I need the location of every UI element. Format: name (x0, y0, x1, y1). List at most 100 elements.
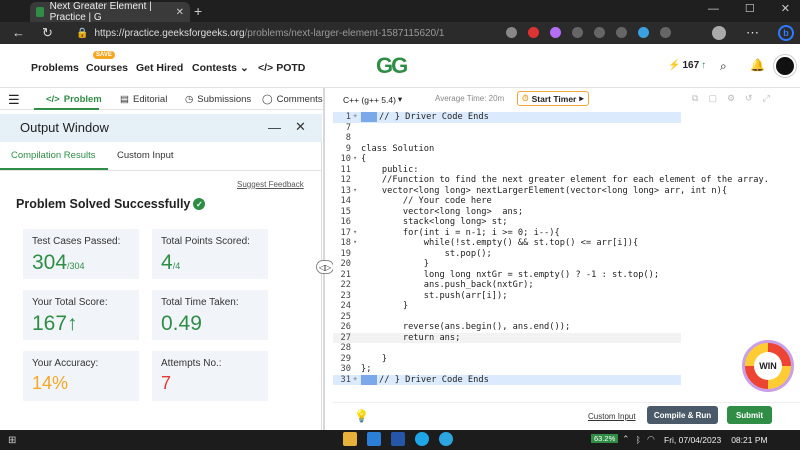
close-window-icon[interactable]: ✕ (781, 2, 790, 15)
fold-toggle-icon[interactable]: ▾ (353, 154, 357, 162)
back-icon[interactable]: ← (12, 25, 25, 40)
submit-button[interactable]: Submit (727, 406, 772, 424)
document-icon[interactable]: ▢ (708, 93, 717, 104)
code-line[interactable]: 20 } (333, 259, 681, 270)
tab-submissions[interactable]: ◷ Submissions (185, 94, 251, 105)
nav-problems[interactable]: Problems (31, 62, 79, 74)
code-line[interactable]: 30}; (333, 364, 681, 375)
code-line[interactable]: 12 //Function to find the next greater e… (333, 175, 769, 186)
code-line[interactable]: 31 + // } Driver Code Ends (333, 374, 681, 385)
compile-run-button[interactable]: Compile & Run (647, 406, 718, 424)
code-line[interactable]: 13 ▾ vector<long long> nextLargerElement(… (333, 186, 728, 197)
code-line[interactable]: 18 ▾ while(!st.empty() && st.top() <= arr… (333, 238, 681, 249)
refresh-icon[interactable]: ↺ (745, 93, 753, 104)
nav-get-hired[interactable]: Get Hired (136, 62, 183, 74)
extension-icon[interactable] (528, 27, 539, 38)
chevron-up-icon[interactable]: ⌃ (622, 434, 630, 445)
more-options-icon[interactable]: ⋯ (746, 25, 759, 41)
tab-comments[interactable]: ◯ Comments (262, 94, 323, 105)
taskbar-clock[interactable]: Fri, 07/04/2023 08:21 PM (664, 435, 768, 445)
code-line[interactable]: 29 } (333, 354, 681, 365)
bing-icon[interactable]: b (778, 25, 794, 41)
tab-compilation-results[interactable]: Compilation Results (11, 150, 95, 161)
line-number: 27 (340, 332, 351, 343)
code-line[interactable]: 14 // Your code here (333, 196, 681, 207)
resize-handle-icon[interactable]: ◁▷ (316, 260, 334, 274)
hamburger-menu-icon[interactable]: ☰ (8, 92, 20, 108)
fold-toggle-icon[interactable]: ▾ (353, 186, 357, 194)
close-icon[interactable]: ✕ (295, 119, 306, 135)
code-line[interactable]: 10 ▾ { (333, 154, 681, 165)
code-line[interactable]: 11 public: (333, 165, 681, 176)
code-line[interactable]: 17 ▾ for(int i = n-1; i >= 0; i--){ (333, 228, 681, 239)
extension-icon[interactable] (638, 27, 649, 38)
browser-profile-avatar[interactable] (712, 26, 726, 40)
vscode-icon[interactable] (367, 432, 381, 446)
streak-score[interactable]: ⚡ 167 ↑ (668, 60, 706, 71)
browser-tab[interactable]: Next Greater Element | Practice | G ✕ (30, 1, 190, 23)
language-select[interactable]: C++ (g++ 5.4) ▾ (343, 94, 402, 105)
code-line[interactable]: 26 reverse(ans.begin(), ans.end()); (333, 322, 681, 333)
search-icon[interactable]: ⌕ (720, 59, 727, 74)
fold-toggle-icon[interactable]: + (353, 375, 357, 383)
code-line[interactable]: 27 return ans; (333, 332, 681, 343)
url-field[interactable]: 🔒 https://practice.geeksforgeeks.org/pro… (70, 25, 450, 41)
code-line[interactable]: 15 vector<long long> ans; (333, 207, 681, 218)
copy-icon[interactable]: ⧉ (692, 93, 698, 104)
code-line[interactable]: 21 long long nxtGr = st.empty() ? -1 : s… (333, 270, 681, 281)
refresh-icon[interactable]: ↻ (42, 25, 53, 41)
bluetooth-icon[interactable]: ᛒ (636, 435, 641, 445)
extension-icon[interactable] (594, 27, 605, 38)
gfg-logo[interactable]: GG (376, 53, 408, 79)
file-explorer-icon[interactable] (343, 432, 357, 446)
code-line[interactable]: 22 ans.push_back(nxtGr); (333, 280, 681, 291)
extension-icon[interactable] (550, 27, 561, 38)
tab-editorial[interactable]: ▤ Editorial (120, 94, 167, 105)
fold-toggle-icon[interactable]: ▾ (353, 238, 357, 246)
extension-icon[interactable] (572, 27, 583, 38)
windows-start-icon[interactable]: ⊞ (8, 435, 16, 446)
custom-input-link[interactable]: Custom Input (588, 412, 636, 421)
fullscreen-icon[interactable]: ⤢ (763, 93, 770, 104)
panel-divider[interactable] (323, 88, 325, 430)
minimize-icon[interactable]: — (268, 120, 281, 135)
telegram-icon[interactable] (439, 432, 453, 446)
extension-icon[interactable] (660, 27, 671, 38)
fold-toggle-icon[interactable]: ▾ (353, 228, 357, 236)
lightbulb-icon[interactable]: 💡 (354, 409, 369, 423)
code-line[interactable]: 25 (333, 312, 681, 323)
code-line[interactable]: 8 (333, 133, 681, 144)
extension-icon[interactable] (616, 27, 627, 38)
new-tab-icon[interactable]: + (194, 3, 202, 19)
maximize-icon[interactable]: ☐ (745, 2, 755, 15)
bell-icon[interactable]: 🔔 (750, 58, 765, 72)
user-avatar[interactable] (774, 55, 796, 77)
nav-potd[interactable]: </> POTD (258, 62, 305, 74)
code-line[interactable]: 1 + // } Driver Code Ends (333, 112, 681, 123)
code-line[interactable]: 9 class Solution (333, 144, 681, 155)
settings-icon[interactable]: ⚙ (727, 93, 735, 104)
code-line[interactable]: 24 } (333, 301, 681, 312)
code-editor[interactable]: 1 +// } Driver Code Ends 7 8 9 class Solution… (333, 111, 800, 401)
suggest-feedback-link[interactable]: Suggest Feedback (237, 180, 304, 189)
code-line[interactable]: 16 stack<long long> st; (333, 217, 681, 228)
close-tab-icon[interactable]: ✕ (176, 7, 184, 18)
word-icon[interactable] (391, 432, 405, 446)
nav-courses[interactable]: Courses (86, 62, 128, 74)
tab-problem[interactable]: </> Problem (46, 94, 102, 105)
extension-icon[interactable] (506, 27, 517, 38)
start-timer-button[interactable]: ⏱ Start Timer ▸ (517, 91, 589, 106)
fold-toggle-icon[interactable]: + (353, 112, 357, 120)
edge-icon[interactable] (415, 432, 429, 446)
code-line[interactable]: 23 st.push(arr[i]); (333, 291, 681, 302)
minimize-icon[interactable]: — (708, 3, 719, 15)
win-wheel-badge[interactable]: WIN (742, 340, 794, 392)
code-line[interactable]: 28 (333, 343, 681, 354)
nav-contests[interactable]: Contests ⌄ (192, 62, 249, 74)
wifi-icon[interactable]: ◠ (647, 434, 655, 445)
code-line[interactable]: 19 st.pop(); (333, 249, 681, 260)
line-number: 26 (340, 322, 351, 332)
tab-custom-input[interactable]: Custom Input (117, 150, 174, 161)
battery-indicator[interactable]: 63.2% (591, 434, 619, 443)
code-line[interactable]: 7 (333, 123, 681, 134)
